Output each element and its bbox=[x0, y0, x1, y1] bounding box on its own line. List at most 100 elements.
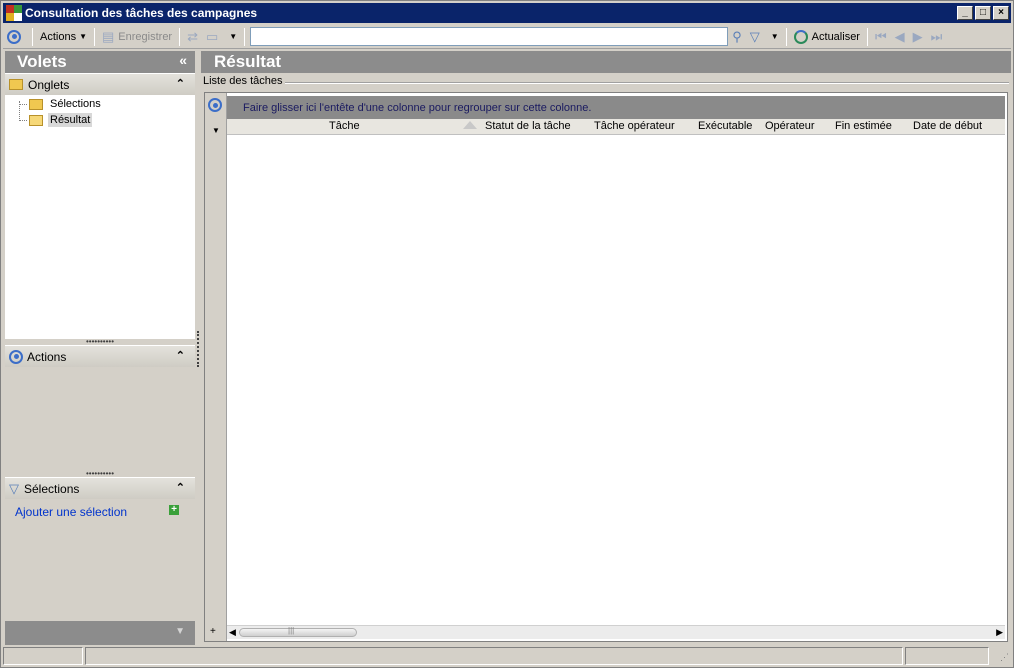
last-page-button[interactable]: ⏭ bbox=[927, 26, 947, 48]
column-header-start-date[interactable]: Date de début bbox=[913, 120, 982, 132]
search-input[interactable] bbox=[250, 27, 729, 46]
chevron-down-icon: ▼ bbox=[770, 32, 779, 41]
column-header-operator[interactable]: Opérateur bbox=[765, 120, 815, 132]
folder-open-icon bbox=[29, 114, 43, 126]
add-icon[interactable]: + bbox=[169, 505, 179, 515]
tree-item-result[interactable]: Résultat bbox=[19, 113, 93, 127]
actions-section-header[interactable]: Actions ⌃ bbox=[5, 345, 195, 367]
grid-row-selector-column: ▼ + bbox=[205, 93, 227, 641]
window-title: Consultation des tâches des campagnes bbox=[25, 6, 258, 20]
previous-icon: ◀ bbox=[894, 28, 905, 44]
column-header-task[interactable]: Tâche bbox=[329, 120, 360, 132]
search-icon: ⚲ bbox=[732, 28, 742, 44]
target-icon bbox=[9, 349, 23, 364]
toolbar-separator bbox=[32, 27, 33, 46]
target-icon[interactable] bbox=[208, 98, 222, 112]
actions-section-body bbox=[5, 367, 195, 471]
result-header: Résultat bbox=[201, 51, 1011, 73]
add-selection-link[interactable]: Ajouter une sélection bbox=[15, 505, 127, 519]
selections-section-title: Sélections bbox=[24, 481, 80, 496]
save-icon: ▤ bbox=[102, 28, 115, 44]
previous-page-button[interactable]: ◀ bbox=[891, 26, 909, 48]
column-header-executable[interactable]: Exécutable bbox=[698, 120, 752, 132]
actions-menu-label: Actions bbox=[40, 30, 77, 43]
task-grid[interactable]: ▼ + Faire glisser ici l'entête d'une col… bbox=[204, 92, 1008, 642]
toolbar-separator bbox=[866, 27, 868, 46]
first-page-icon: ⏮ bbox=[874, 28, 887, 44]
tree-item-selections[interactable]: Sélections bbox=[19, 97, 103, 111]
column-headers: Tâche Statut de la tâche Tâche opérateur… bbox=[227, 119, 1005, 135]
result-title: Résultat bbox=[214, 52, 282, 71]
tabs-section-title: Onglets bbox=[28, 77, 70, 92]
minimize-button[interactable]: _ bbox=[957, 6, 973, 20]
refresh-button[interactable]: Actualiser bbox=[790, 26, 864, 48]
panes-header: Volets « bbox=[5, 51, 195, 73]
tree-item-label: Sélections bbox=[50, 98, 101, 110]
scrollbar-thumb[interactable] bbox=[239, 626, 357, 637]
save-label: Enregistrer bbox=[118, 30, 173, 43]
print-button[interactable]: ▭ bbox=[202, 26, 222, 48]
selections-section-body: Ajouter une sélection + bbox=[5, 499, 195, 607]
refresh-icon bbox=[793, 29, 808, 44]
group-by-hint: Faire glisser ici l'entête d'une colonne… bbox=[243, 101, 592, 114]
save-button[interactable]: ▤ Enregistrer bbox=[98, 26, 176, 48]
actions-menu-button[interactable]: Actions ▼ bbox=[36, 26, 91, 48]
sync-icon: ⇄ bbox=[187, 28, 198, 44]
toolbar: Actions ▼ ▤ Enregistrer ⇄ ▭ ▼ ⚲ ▽ ▼ Actu… bbox=[3, 25, 1011, 49]
group-by-area[interactable]: Faire glisser ici l'entête d'une colonne… bbox=[227, 96, 1005, 119]
maximize-button[interactable]: □ bbox=[975, 6, 991, 20]
sort-ascending-icon bbox=[463, 121, 477, 129]
panes-title: Volets bbox=[17, 52, 67, 71]
chevron-down-icon: ▼ bbox=[79, 32, 87, 41]
chevron-up-icon[interactable]: ⌃ bbox=[176, 349, 185, 362]
tabs-section-header[interactable]: Onglets ⌃ bbox=[5, 73, 195, 95]
task-list-group: Liste des tâches bbox=[201, 75, 1011, 89]
scroll-left-icon[interactable]: ◀ bbox=[229, 627, 236, 638]
chevron-down-icon[interactable]: ▼ bbox=[212, 126, 220, 135]
sync-button[interactable]: ⇄ bbox=[183, 26, 202, 48]
last-page-icon: ⏭ bbox=[930, 28, 943, 44]
chevron-up-icon[interactable]: ⌃ bbox=[176, 77, 185, 90]
task-list-title: Liste des tâches bbox=[201, 75, 285, 87]
first-page-button[interactable]: ⏮ bbox=[871, 26, 891, 48]
resize-grip-icon[interactable]: ⋰ bbox=[1000, 652, 1009, 663]
toolbar-separator bbox=[179, 27, 181, 46]
selections-section-header[interactable]: ▽ Sélections ⌃ bbox=[5, 477, 195, 499]
tree-item-label: Résultat bbox=[48, 113, 93, 127]
panes-panel: Volets « Onglets ⌃ Sélections Résultat •… bbox=[5, 51, 195, 645]
toolbar-home-button[interactable] bbox=[3, 26, 29, 48]
status-cell bbox=[905, 647, 989, 665]
search-button[interactable]: ⚲ bbox=[728, 26, 746, 48]
collapse-panel-icon[interactable]: « bbox=[179, 52, 187, 68]
next-page-button[interactable]: ▶ bbox=[909, 26, 927, 48]
print-menu-button[interactable]: ▼ bbox=[222, 26, 241, 48]
folder-icon bbox=[29, 98, 43, 110]
title-bar[interactable]: Consultation des tâches des campagnes _ … bbox=[3, 3, 1011, 23]
refresh-label: Actualiser bbox=[811, 30, 860, 43]
chevron-down-icon: ▼ bbox=[229, 32, 238, 41]
horizontal-scrollbar[interactable]: ◀ ▶ bbox=[227, 625, 1005, 639]
print-icon: ▭ bbox=[206, 28, 219, 44]
status-cell bbox=[85, 647, 903, 665]
filter-button[interactable]: ▽ bbox=[746, 26, 764, 48]
add-row-icon[interactable]: + bbox=[210, 626, 216, 637]
panel-splitter[interactable] bbox=[197, 331, 199, 367]
column-header-task-status[interactable]: Statut de la tâche bbox=[485, 120, 571, 132]
chevron-down-icon[interactable]: ▼ bbox=[175, 626, 185, 637]
chevron-up-icon[interactable]: ⌃ bbox=[176, 481, 185, 494]
panes-footer: ▼ bbox=[5, 621, 195, 645]
toolbar-separator bbox=[244, 27, 246, 46]
filter-menu-button[interactable]: ▼ bbox=[764, 26, 783, 48]
column-header-operator-task[interactable]: Tâche opérateur bbox=[594, 120, 675, 132]
target-icon bbox=[7, 29, 21, 44]
actions-section-title: Actions bbox=[27, 349, 67, 364]
main-window: Consultation des tâches des campagnes _ … bbox=[0, 0, 1014, 668]
scroll-right-icon[interactable]: ▶ bbox=[996, 627, 1003, 638]
column-header-estimated-end[interactable]: Fin estimée bbox=[835, 120, 892, 132]
result-panel: Résultat Liste des tâches ▼ + Faire glis… bbox=[201, 51, 1011, 645]
close-button[interactable]: × bbox=[993, 6, 1009, 20]
toolbar-separator bbox=[94, 27, 95, 46]
tabs-tree: Sélections Résultat bbox=[5, 95, 195, 339]
next-icon: ▶ bbox=[912, 28, 923, 44]
status-bar: ⋰ bbox=[3, 647, 1011, 665]
